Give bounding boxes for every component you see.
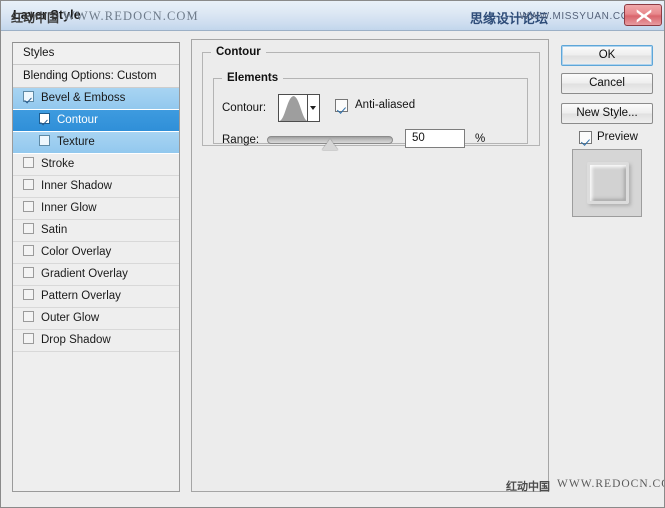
style-item-label: Satin	[41, 224, 68, 236]
contour-field-label: Contour:	[222, 102, 267, 114]
style-item-label: Drop Shadow	[41, 334, 111, 346]
elements-group: Elements Contour: Anti-aliased Range: 50…	[213, 72, 528, 150]
style-item-checkbox[interactable]	[39, 113, 50, 124]
watermark-right-url: WWW.MISSYUAN.COM	[519, 11, 638, 22]
style-item-label: Inner Glow	[41, 202, 97, 214]
range-slider[interactable]	[267, 136, 393, 150]
effects-list: Bevel & Emboss Contour Texture Stroke Inner …	[13, 88, 179, 352]
range-value-input[interactable]: 50	[405, 129, 465, 148]
preview-bevel-shape	[587, 162, 629, 204]
elements-group-title: Elements	[227, 72, 279, 84]
cancel-button[interactable]: Cancel	[561, 73, 653, 94]
style-item-checkbox[interactable]	[23, 223, 34, 234]
range-slider-thumb[interactable]	[322, 139, 338, 150]
anti-aliased-label: Anti-aliased	[355, 99, 416, 111]
style-item-label: Stroke	[41, 158, 75, 170]
blending-options-row[interactable]: Blending Options: Custom	[13, 65, 179, 88]
style-item-checkbox[interactable]	[39, 135, 50, 146]
anti-aliased-checkbox[interactable]	[335, 99, 348, 112]
preview-label: Preview	[597, 131, 638, 143]
style-item-checkbox[interactable]	[23, 311, 34, 322]
style-item-outer-glow[interactable]: Outer Glow	[13, 308, 179, 330]
style-item-label: Contour	[57, 114, 98, 126]
style-item-checkbox[interactable]	[23, 289, 34, 300]
range-unit-label: %	[475, 133, 486, 145]
style-item-label: Inner Shadow	[41, 180, 112, 192]
style-item-label: Outer Glow	[41, 312, 100, 324]
style-item-label: Color Overlay	[41, 246, 112, 258]
contour-settings-area: Contour Elements Contour: Anti-aliased R…	[191, 39, 549, 492]
watermark-bottom-url: WWW.REDOCN.COM	[557, 478, 664, 490]
contour-group-title: Contour	[216, 46, 261, 58]
close-button[interactable]	[624, 4, 662, 26]
style-item-drop-shadow[interactable]: Drop Shadow	[13, 330, 179, 352]
range-label: Range:	[222, 134, 260, 146]
contour-curve-swatch[interactable]	[279, 95, 308, 121]
new-style-button[interactable]: New Style...	[561, 103, 653, 124]
title-bar: Layer Style 红动中国 WWW.REDOCN.COM 思缘设计论坛 W…	[1, 1, 664, 31]
style-item-label: Gradient Overlay	[41, 268, 128, 280]
style-item-checkbox[interactable]	[23, 179, 34, 190]
style-item-contour[interactable]: Contour	[13, 110, 179, 132]
styles-panel-header: Styles	[13, 43, 179, 65]
style-item-checkbox[interactable]	[23, 91, 34, 102]
chevron-down-icon[interactable]	[308, 95, 319, 121]
layer-style-dialog: Layer Style 红动中国 WWW.REDOCN.COM 思缘设计论坛 W…	[0, 0, 665, 508]
style-item-checkbox[interactable]	[23, 333, 34, 344]
style-item-gradient-overlay[interactable]: Gradient Overlay	[13, 264, 179, 286]
style-item-stroke[interactable]: Stroke	[13, 154, 179, 176]
style-item-checkbox[interactable]	[23, 267, 34, 278]
watermark-bottom-cn: 红动中国	[506, 481, 550, 493]
style-item-checkbox[interactable]	[23, 245, 34, 256]
contour-preset-picker[interactable]	[278, 94, 320, 122]
watermark-title-url: WWW.REDOCN.COM	[63, 9, 199, 23]
style-item-satin[interactable]: Satin	[13, 220, 179, 242]
style-item-inner-shadow[interactable]: Inner Shadow	[13, 176, 179, 198]
style-item-color-overlay[interactable]: Color Overlay	[13, 242, 179, 264]
styles-list-panel[interactable]: Styles Blending Options: Custom Bevel & …	[12, 42, 180, 492]
style-item-label: Pattern Overlay	[41, 290, 121, 302]
style-item-bevel-emboss[interactable]: Bevel & Emboss	[13, 88, 179, 110]
contour-group: Contour Elements Contour: Anti-aliased R…	[202, 46, 540, 150]
preview-checkbox[interactable]	[579, 131, 592, 144]
style-item-pattern-overlay[interactable]: Pattern Overlay	[13, 286, 179, 308]
style-item-texture[interactable]: Texture	[13, 132, 179, 154]
style-item-checkbox[interactable]	[23, 201, 34, 212]
style-item-checkbox[interactable]	[23, 157, 34, 168]
style-item-inner-glow[interactable]: Inner Glow	[13, 198, 179, 220]
style-item-label: Bevel & Emboss	[41, 92, 126, 104]
watermark-title-cn: 红动中国	[11, 11, 60, 25]
preview-thumbnail	[572, 149, 642, 217]
ok-button[interactable]: OK	[561, 45, 653, 66]
style-item-label: Texture	[57, 136, 95, 148]
